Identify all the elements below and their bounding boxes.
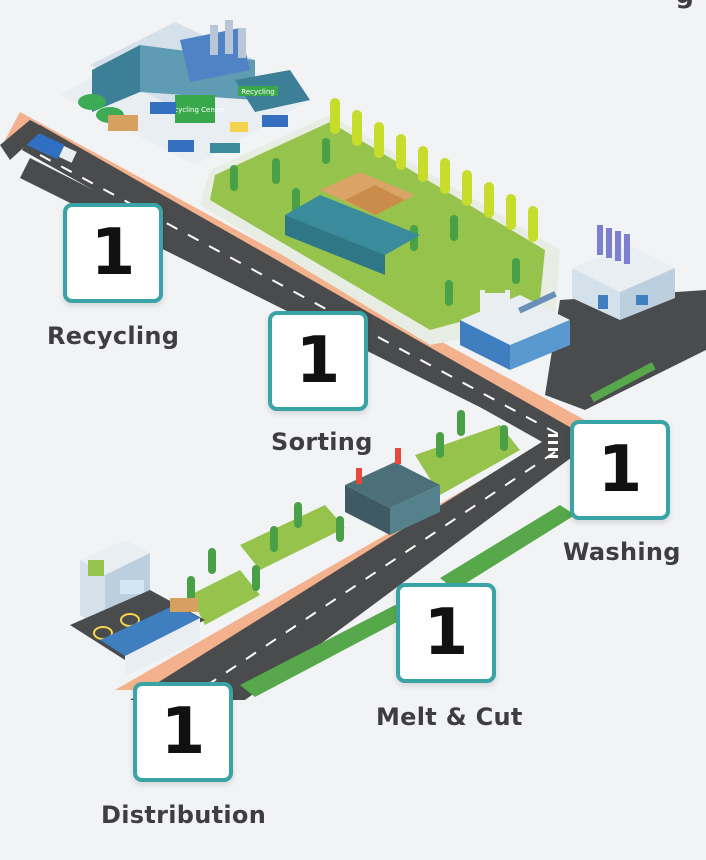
stage-value-melt-cut: 1 <box>423 596 469 670</box>
stage-label-sorting: Sorting <box>271 428 373 456</box>
stage-card-distribution[interactable]: 1 <box>133 682 233 782</box>
stage-card-recycling[interactable]: 1 <box>63 203 163 303</box>
stage-value-recycling: 1 <box>90 216 136 290</box>
stage-value-distribution: 1 <box>160 695 206 769</box>
stage-label-distribution: Distribution <box>101 801 267 829</box>
stage-card-melt-cut[interactable]: 1 <box>396 583 496 683</box>
stage-card-washing[interactable]: 1 <box>570 420 670 520</box>
stage-label-recycling: Recycling <box>47 322 180 350</box>
recycling-side-sign: Recycling <box>241 88 274 96</box>
stage-card-sorting[interactable]: 1 <box>268 311 368 411</box>
stage-value-washing: 1 <box>597 433 643 507</box>
stage-value-sorting: 1 <box>295 324 341 398</box>
stage-label-melt-cut: Melt & Cut <box>376 703 523 731</box>
stage-label-washing: Washing <box>563 538 681 566</box>
